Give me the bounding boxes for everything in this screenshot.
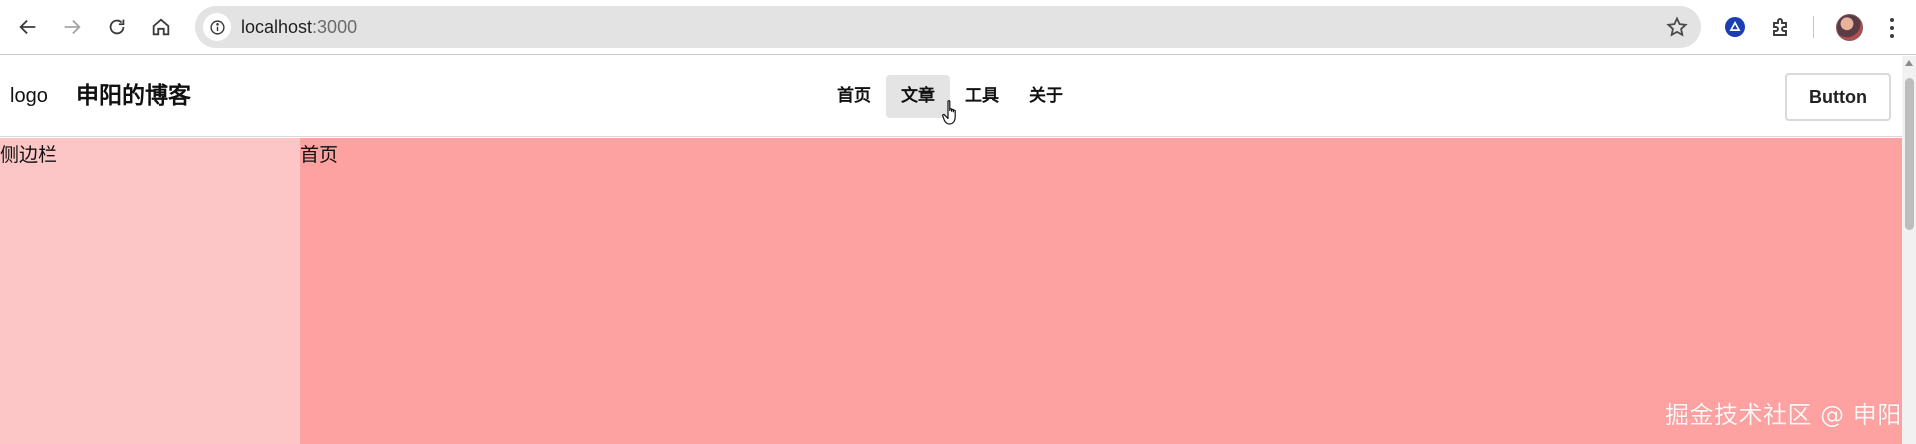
- triangle-badge-icon: [1725, 17, 1745, 37]
- extension-button[interactable]: [1720, 12, 1750, 42]
- arrow-left-icon: [19, 19, 36, 35]
- bookmark-button[interactable]: [1665, 15, 1689, 39]
- site-title[interactable]: 申阳的博客: [76, 56, 191, 137]
- nav-item-about[interactable]: 关于: [1014, 75, 1078, 118]
- avatar[interactable]: [1836, 14, 1863, 41]
- reload-button[interactable]: [98, 8, 136, 46]
- arrow-right-icon: [64, 19, 81, 35]
- main-content-label: 首页: [300, 144, 339, 166]
- puzzle-icon: [1773, 18, 1787, 36]
- sidebar: 侧边栏: [0, 138, 300, 444]
- url-port: :3000: [312, 17, 358, 37]
- forward-button[interactable]: [53, 8, 91, 46]
- scroll-thumb[interactable]: [1905, 78, 1914, 230]
- kebab-menu-icon[interactable]: [1880, 14, 1904, 42]
- header-button[interactable]: Button: [1785, 73, 1891, 121]
- star-icon: [1666, 16, 1688, 37]
- url-text[interactable]: localhost:3000: [241, 6, 357, 48]
- page-scrollbar[interactable]: [1902, 56, 1916, 444]
- address-bar[interactable]: localhost:3000: [195, 6, 1701, 48]
- back-button[interactable]: [9, 8, 47, 46]
- sidebar-label: 侧边栏: [0, 144, 58, 166]
- toolbar-separator: [1813, 16, 1814, 38]
- scroll-up-arrow-icon[interactable]: [1905, 60, 1913, 66]
- info-icon: [209, 19, 225, 35]
- url-host: localhost: [241, 17, 313, 37]
- home-icon: [152, 18, 170, 36]
- nav-item-articles[interactable]: 文章: [886, 75, 950, 118]
- logo[interactable]: logo: [10, 56, 48, 137]
- site-info-button[interactable]: [203, 13, 231, 41]
- home-button[interactable]: [142, 8, 180, 46]
- browser-toolbar: localhost:3000: [0, 0, 1916, 55]
- watermark: 掘金技术社区 @ 申阳: [1665, 401, 1902, 429]
- hand-pointer-cursor-icon: [942, 100, 956, 125]
- nav-item-home[interactable]: 首页: [822, 75, 886, 118]
- extensions-button[interactable]: [1766, 12, 1796, 42]
- reload-icon: [109, 19, 125, 35]
- main-content: 首页: [300, 138, 1902, 444]
